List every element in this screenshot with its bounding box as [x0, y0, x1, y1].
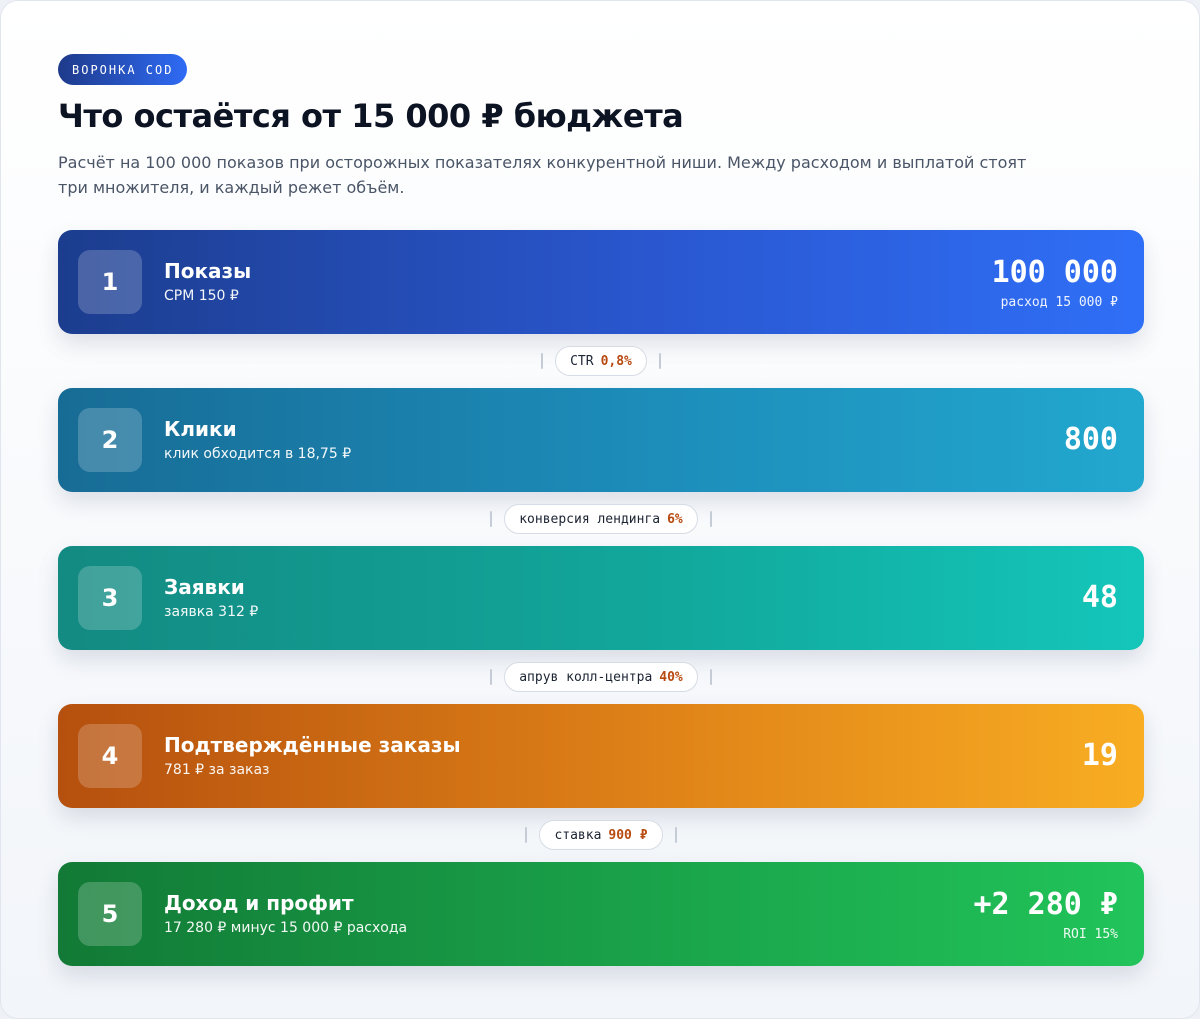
stage-label: Заявки	[164, 575, 245, 599]
stage-note: 781 ₽ за заказ	[164, 762, 270, 778]
stage-value: 100 000	[991, 254, 1118, 290]
conversion-connector-ctr: CTR 0,8%	[58, 346, 1144, 376]
connector-tick-left	[490, 511, 493, 527]
stage-note: заявка 312 ₽	[164, 604, 259, 620]
stage-label: Доход и профит	[164, 891, 354, 915]
connector-tick-left	[490, 669, 493, 685]
stage-label: Показы	[164, 259, 252, 283]
stage-value: +2 280 ₽	[973, 886, 1119, 922]
section-badge: ВОРОНКА COD	[58, 54, 188, 85]
stage-number: 2	[78, 408, 142, 472]
connector-tick-right	[658, 353, 661, 369]
stage-subvalue: ROI 15%	[1063, 926, 1118, 942]
stage-note: CPM 150 ₽	[164, 288, 239, 304]
funnel-card: ВОРОНКА COD Что остаётся от 15 000 ₽ бюд…	[0, 0, 1200, 1019]
stage-number: 4	[78, 724, 142, 788]
stage-value: 800	[1063, 422, 1118, 457]
stage-number: 1	[78, 250, 142, 314]
conversion-label: конверсия лендинга	[519, 511, 661, 527]
connector-tick-right	[709, 511, 712, 527]
stage-note: клик обходится в 18,75 ₽	[164, 446, 352, 462]
stage-label: Клики	[164, 417, 237, 441]
stage-subvalue: расход 15 000 ₽	[1000, 294, 1118, 310]
conversion-rate: 40%	[659, 669, 683, 685]
conversion-label: ставка	[554, 827, 602, 843]
conversion-rate: 6%	[667, 511, 683, 527]
stage-label: Подтверждённые заказы	[164, 733, 461, 757]
connector-tick-right	[709, 669, 712, 685]
conversion-pill: ставка 900 ₽	[539, 820, 663, 850]
funnel-stage-orders: 4 Подтверждённые заказы 781 ₽ за заказ 1…	[58, 704, 1144, 808]
funnel-stage-clicks: 2 Клики клик обходится в 18,75 ₽ 800	[58, 388, 1144, 492]
funnel-stage-leads: 3 Заявки заявка 312 ₽ 48	[58, 546, 1144, 650]
stage-note: 17 280 ₽ минус 15 000 ₽ расхода	[164, 920, 408, 936]
stage-value: 48	[1081, 580, 1118, 615]
stage-value: 19	[1081, 738, 1118, 773]
conversion-label: CTR	[570, 353, 594, 369]
conversion-pill: CTR 0,8%	[555, 346, 647, 376]
connector-tick-right	[674, 827, 677, 843]
page-title: Что остаётся от 15 000 ₽ бюджета	[58, 97, 684, 135]
connector-tick-left	[525, 827, 528, 843]
conversion-rate: 900 ₽	[608, 827, 648, 843]
stage-number: 5	[78, 882, 142, 946]
stage-number: 3	[78, 566, 142, 630]
funnel-stage-impressions: 1 Показы CPM 150 ₽ 100 000 расход 15 000…	[58, 230, 1144, 334]
conversion-pill: конверсия лендинга 6%	[504, 504, 698, 534]
conversion-connector-approve: апрув колл-центра 40%	[58, 662, 1144, 692]
connector-tick-left	[541, 353, 544, 369]
conversion-pill: апрув колл-центра 40%	[504, 662, 698, 692]
conversion-connector-payout: ставка 900 ₽	[58, 820, 1144, 850]
page-subtitle: Расчёт на 100 000 показов при осторожных…	[58, 153, 1027, 197]
funnel-stage-profit: 5 Доход и профит 17 280 ₽ минус 15 000 ₽…	[58, 862, 1144, 966]
conversion-label: апрув колл-центра	[519, 669, 653, 685]
conversion-rate: 0,8%	[600, 353, 632, 369]
conversion-connector-landing: конверсия лендинга 6%	[58, 504, 1144, 534]
